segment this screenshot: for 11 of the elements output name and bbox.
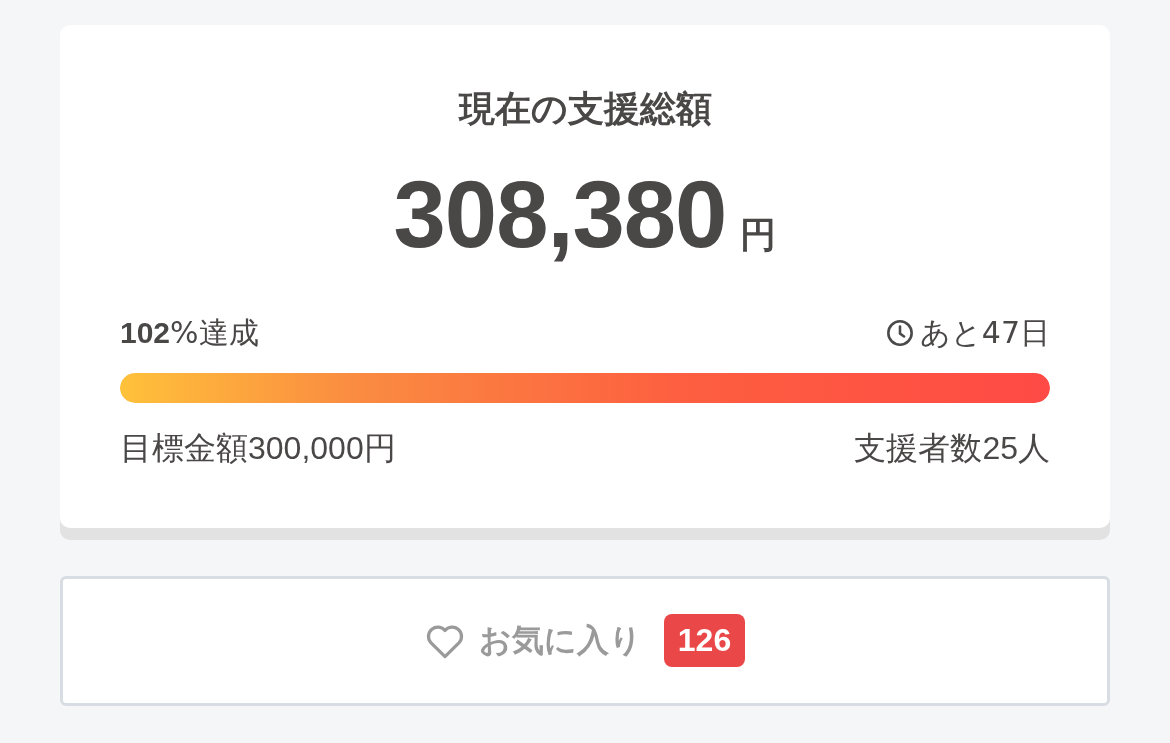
goal-amount: 目標金額300,000円 [120, 429, 396, 468]
heart-icon [424, 622, 465, 659]
favorite-count-badge: 126 [663, 614, 746, 668]
total-amount: 308,380 [393, 168, 727, 263]
backer-count: 支援者数25人 [854, 429, 1050, 468]
clock-icon [885, 319, 914, 348]
currency-label: 円 [740, 213, 777, 258]
remaining-days: あと47日 [919, 315, 1050, 352]
achievement-rate: 102%達成 [120, 315, 259, 352]
favorite-button[interactable]: お気に入り 126 [60, 575, 1110, 706]
card-title: 現在の支援総額 [458, 87, 712, 131]
